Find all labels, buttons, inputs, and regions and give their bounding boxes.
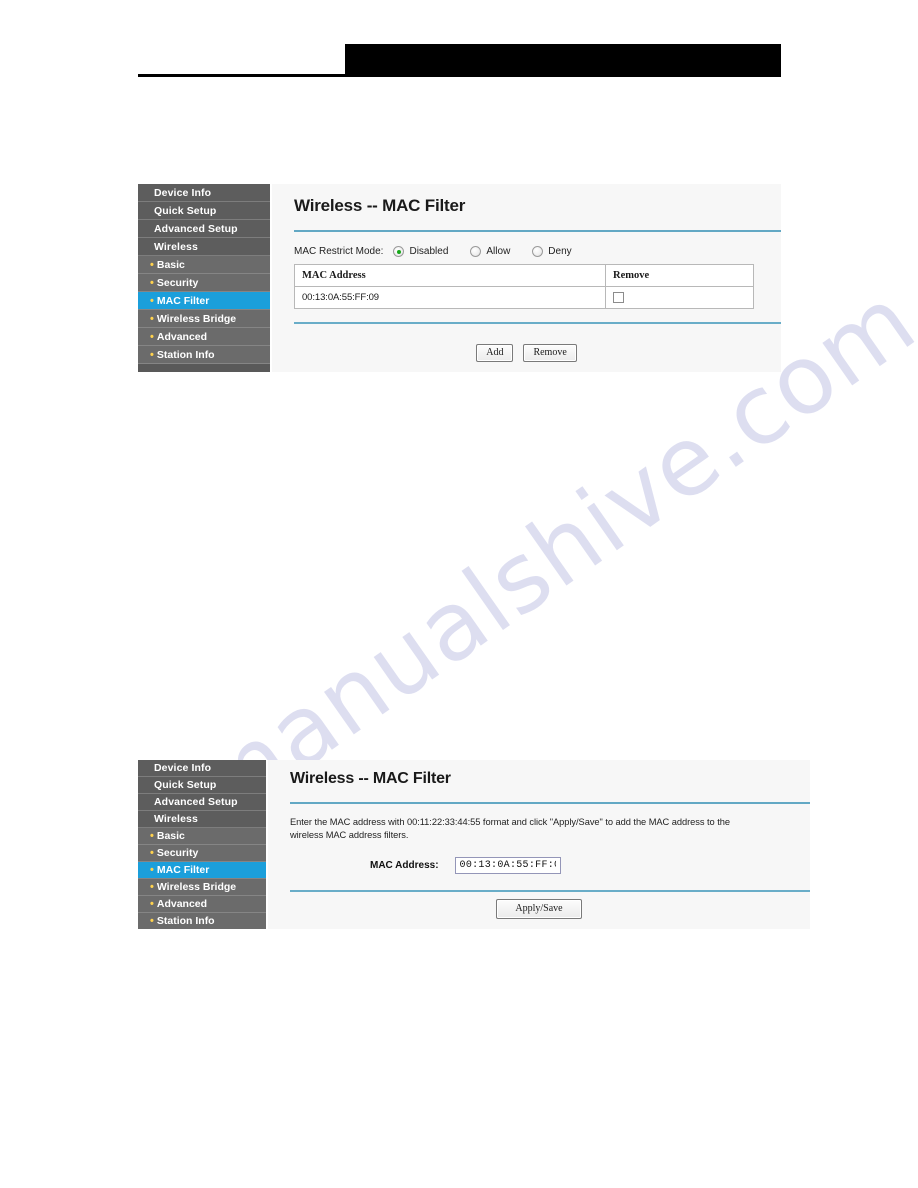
radio-button-icon[interactable] xyxy=(470,246,482,257)
table-row: 00:13:0A:55:FF:09 xyxy=(294,286,754,309)
sidebar-item-label: MAC Filter xyxy=(156,864,210,876)
dot-bullet-icon: • xyxy=(150,830,154,842)
sidebar-item-device-info[interactable]: Device Info xyxy=(138,760,266,777)
radio-option-label: Disabled xyxy=(409,246,449,257)
sidebar-item-wireless[interactable]: Wireless xyxy=(138,811,266,828)
sidebar-navigation-bottom: Device Info Quick Setup Advanced Setup W… xyxy=(138,760,268,929)
sidebar-item-wireless-bridge[interactable]: • Wireless Bridge xyxy=(138,879,266,896)
cell-remove xyxy=(605,286,754,309)
dot-bullet-icon: • xyxy=(150,915,154,927)
sidebar-item-label: Wireless xyxy=(154,241,198,253)
dot-bullet-icon: • xyxy=(150,313,154,325)
mac-restrict-mode-label: MAC Restrict Mode: xyxy=(294,246,384,257)
table-header-row: MAC Address Remove xyxy=(294,264,754,287)
sidebar-item-label: Wireless xyxy=(154,813,198,825)
dot-bullet-icon: • xyxy=(150,864,154,876)
sidebar-item-label: Security xyxy=(156,277,199,289)
title-divider xyxy=(294,230,781,232)
sidebar-item-advanced-setup[interactable]: Advanced Setup xyxy=(138,794,266,811)
sidebar-item-label: MAC Filter xyxy=(156,295,210,307)
add-button[interactable]: Add xyxy=(476,344,514,362)
sidebar-item-security[interactable]: • Security xyxy=(138,274,270,292)
sidebar-item-label: Wireless Bridge xyxy=(156,881,237,893)
dot-bullet-icon: • xyxy=(150,277,154,289)
remove-checkbox[interactable] xyxy=(613,291,624,303)
column-header-remove: Remove xyxy=(605,264,754,287)
action-button-bar: Apply/Save xyxy=(268,899,810,919)
sidebar-item-basic[interactable]: • Basic xyxy=(138,256,270,274)
dot-bullet-icon: • xyxy=(150,349,154,361)
radio-button-icon[interactable] xyxy=(393,246,405,257)
sidebar-item-label: Station Info xyxy=(156,349,215,361)
dot-bullet-icon: • xyxy=(150,295,154,307)
instruction-text: Enter the MAC address with 00:11:22:33:4… xyxy=(290,817,730,841)
sidebar-item-label: Station Info xyxy=(156,915,215,927)
mac-restrict-mode-radio-group: Disabled Allow Deny xyxy=(393,246,593,257)
content-area-mac-filter-list: Wireless -- MAC Filter MAC Restrict Mode… xyxy=(272,184,781,372)
page-title: Wireless -- MAC Filter xyxy=(294,196,466,215)
screenshot-mac-filter-add: Device Info Quick Setup Advanced Setup W… xyxy=(138,760,810,929)
sidebar-item-label: Quick Setup xyxy=(154,779,217,791)
radio-option-deny[interactable]: Deny xyxy=(532,246,572,257)
mac-address-label: MAC Address: xyxy=(370,859,439,871)
remove-button[interactable]: Remove xyxy=(523,344,577,362)
dot-bullet-icon: • xyxy=(150,847,154,859)
sidebar-item-label: Wireless Bridge xyxy=(156,313,237,325)
sidebar-item-label: Basic xyxy=(156,259,185,271)
dot-bullet-icon: • xyxy=(150,881,154,893)
radio-option-label: Allow xyxy=(486,246,511,257)
action-button-bar: Add Remove xyxy=(272,344,781,362)
dot-bullet-icon: • xyxy=(150,898,154,910)
sidebar-item-security[interactable]: • Security xyxy=(138,845,266,862)
sidebar-item-label: Advanced Setup xyxy=(154,796,238,808)
sidebar-item-label: Quick Setup xyxy=(154,205,217,217)
sidebar-item-label: Security xyxy=(156,847,199,859)
dot-bullet-icon: • xyxy=(150,259,154,271)
sidebar-item-wireless[interactable]: Wireless xyxy=(138,238,270,256)
sidebar-item-mac-filter[interactable]: • MAC Filter xyxy=(138,292,270,310)
dot-bullet-icon: • xyxy=(150,331,154,343)
sidebar-item-quick-setup[interactable]: Quick Setup xyxy=(138,202,270,220)
sidebar-item-label: Device Info xyxy=(154,762,212,774)
header-horizontal-rule xyxy=(138,74,781,77)
sidebar-item-label: Advanced Setup xyxy=(154,223,238,235)
sidebar-item-advanced[interactable]: • Advanced xyxy=(138,328,270,346)
redacted-header-bar xyxy=(345,44,781,74)
sidebar-navigation-top: Device Info Quick Setup Advanced Setup W… xyxy=(138,184,272,372)
radio-option-label: Deny xyxy=(548,246,572,257)
page-header xyxy=(0,0,918,90)
title-divider xyxy=(290,802,810,804)
mac-address-field-row: MAC Address: xyxy=(290,856,810,874)
radio-button-icon[interactable] xyxy=(532,246,544,257)
sidebar-item-label: Advanced xyxy=(156,898,208,910)
apply-save-button[interactable]: Apply/Save xyxy=(496,899,582,919)
page-title: Wireless -- MAC Filter xyxy=(290,770,451,787)
sidebar-item-station-info[interactable]: • Station Info xyxy=(138,913,266,929)
sidebar-item-label: Basic xyxy=(156,830,185,842)
radio-option-disabled[interactable]: Disabled xyxy=(393,246,448,257)
sidebar-item-station-info[interactable]: • Station Info xyxy=(138,346,270,364)
mac-address-input[interactable] xyxy=(454,856,561,874)
screenshot-mac-filter-list: Device Info Quick Setup Advanced Setup W… xyxy=(138,184,781,372)
mac-address-table: MAC Address Remove 00:13:0A:55:FF:09 xyxy=(294,264,754,309)
sidebar-item-label: Device Info xyxy=(154,187,212,199)
content-area-mac-filter-add: Wireless -- MAC Filter Enter the MAC add… xyxy=(268,760,810,929)
sidebar-item-wireless-bridge[interactable]: • Wireless Bridge xyxy=(138,310,270,328)
sidebar-item-label: Advanced xyxy=(156,331,208,343)
mac-restrict-mode-row: MAC Restrict Mode: Disabled Allow Deny xyxy=(294,246,781,257)
footer-divider xyxy=(290,889,810,892)
sidebar-item-basic[interactable]: • Basic xyxy=(138,828,266,845)
radio-option-allow[interactable]: Allow xyxy=(470,246,510,257)
column-header-mac-address: MAC Address xyxy=(294,264,606,287)
sidebar-item-advanced[interactable]: • Advanced xyxy=(138,896,266,913)
sidebar-item-mac-filter[interactable]: • MAC Filter xyxy=(138,862,266,879)
cell-mac-address: 00:13:0A:55:FF:09 xyxy=(294,286,606,309)
sidebar-item-advanced-setup[interactable]: Advanced Setup xyxy=(138,220,270,238)
sidebar-item-quick-setup[interactable]: Quick Setup xyxy=(138,777,266,794)
sidebar-item-device-info[interactable]: Device Info xyxy=(138,184,270,202)
footer-divider xyxy=(294,322,781,324)
